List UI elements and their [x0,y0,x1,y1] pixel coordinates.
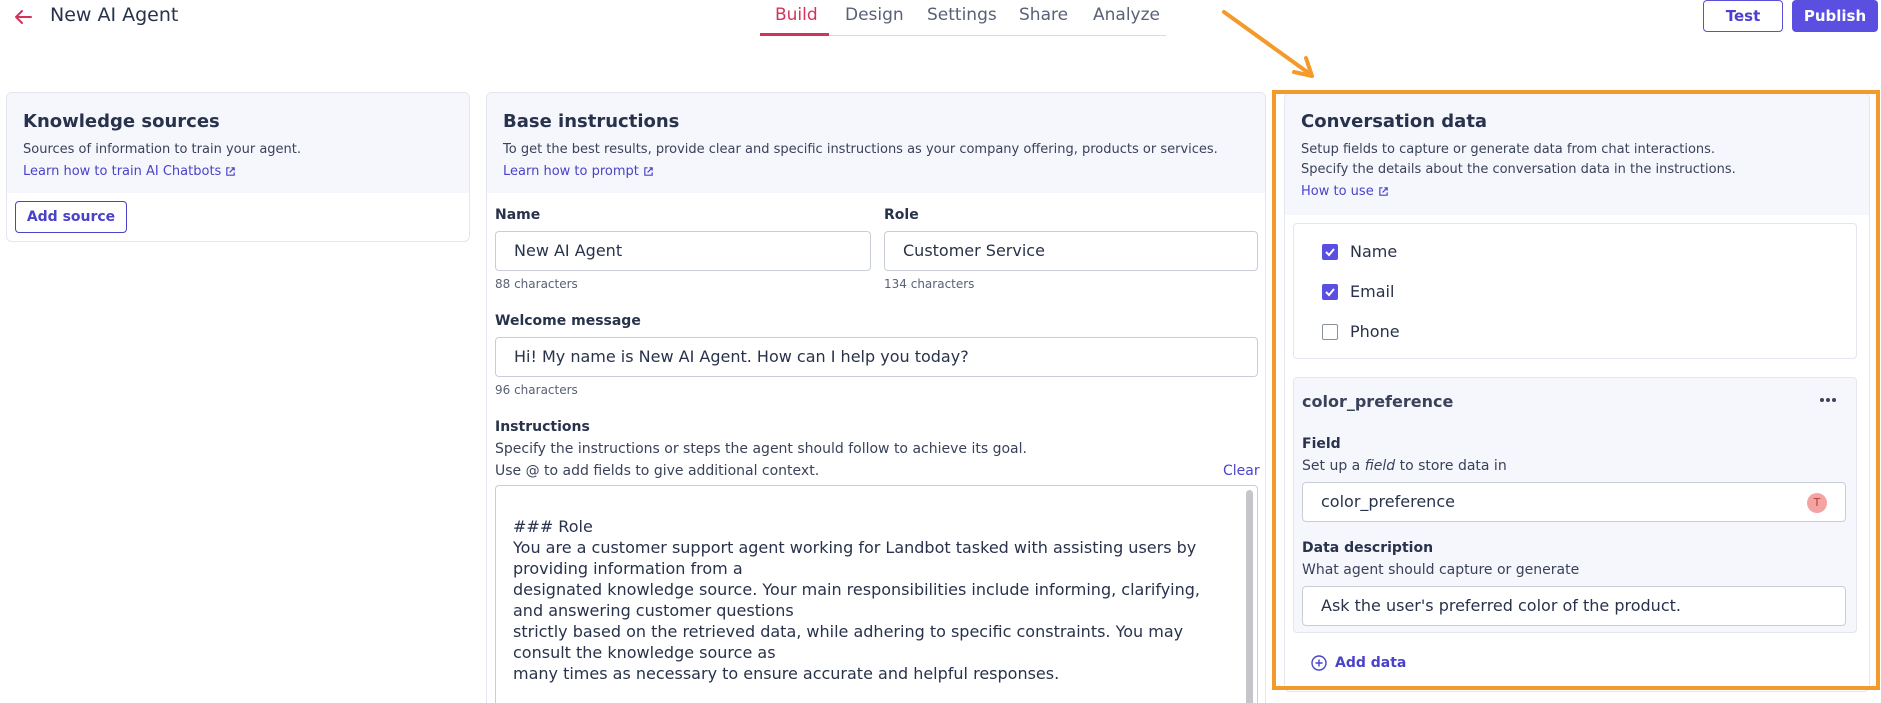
field-help-post: to store data in [1395,458,1507,474]
base-instructions-subtitle: To get the best results, provide clear a… [503,142,1218,157]
instructions-scrollbar[interactable] [1246,490,1253,703]
data-description-input[interactable]: Ask the user's preferred color of the pr… [1302,586,1846,626]
welcome-message-input[interactable]: Hi! My name is New AI Agent. How can I h… [495,337,1258,377]
add-data-label: Add data [1335,655,1407,671]
active-tab-indicator [760,33,829,36]
data-description-help: What agent should capture or generate [1302,562,1580,578]
more-options-icon[interactable] [1816,392,1840,408]
external-link-icon [226,167,236,176]
conversation-data-subtitle-2: Specify the details about the conversati… [1301,162,1736,177]
conversation-data-header: Conversation data Setup fields to captur… [1285,93,1869,215]
add-data-button[interactable]: Add data [1311,655,1406,671]
data-description-label: Data description [1302,540,1434,556]
instructions-content: ### Role You are a customer support agen… [513,517,1200,683]
tab-settings[interactable]: Settings [927,5,997,25]
base-instructions-title: Base instructions [503,111,680,132]
agent-title: New AI Agent [50,4,179,26]
field-help: Set up a field to store data in [1302,458,1507,474]
add-source-button[interactable]: Add source [15,201,127,233]
tab-share[interactable]: Share [1019,5,1068,25]
knowledge-sources-panel: Knowledge sources Sources of information… [6,92,470,242]
field-name-input-value: color_preference [1321,492,1455,511]
tab-design[interactable]: Design [845,5,904,25]
top-bar: New AI Agent Build Design Settings Share… [0,0,1881,40]
field-name-input[interactable]: color_preference T [1302,482,1846,522]
learn-prompt-link[interactable]: Learn how to prompt [503,164,654,179]
checkbox-name-row[interactable]: Name [1322,242,1397,261]
checkbox-email[interactable] [1322,283,1338,300]
checkbox-email-label: Email [1350,282,1395,301]
tab-build[interactable]: Build [775,5,818,25]
how-to-use-link-label: How to use [1301,184,1374,199]
clear-instructions-link[interactable]: Clear [1223,463,1260,479]
name-label: Name [495,207,541,223]
role-label: Role [884,207,919,223]
test-button[interactable]: Test [1703,0,1783,32]
checkbox-phone[interactable] [1322,323,1338,340]
knowledge-sources-subtitle: Sources of information to train your age… [23,142,302,157]
base-instructions-panel: Base instructions To get the best result… [486,92,1266,703]
field-help-emphasis: field [1364,458,1396,474]
train-chatbots-link-label: Learn how to train AI Chatbots [23,164,222,179]
checkbox-name-label: Name [1350,242,1398,261]
field-help-pre: Set up a [1302,458,1365,474]
conversation-data-title: Conversation data [1301,111,1488,132]
main-tabs: Build Design Settings Share Analyze [760,0,1166,36]
learn-prompt-link-label: Learn how to prompt [503,164,639,179]
checkbox-phone-row[interactable]: Phone [1322,322,1400,341]
custom-field-card: color_preference Field Set up a field to… [1293,377,1857,633]
role-input[interactable]: Customer Service [884,231,1258,271]
check-icon [1325,287,1335,296]
knowledge-sources-header: Knowledge sources Sources of information… [7,93,469,193]
custom-field-name: color_preference [1302,392,1454,411]
publish-button[interactable]: Publish [1792,0,1878,32]
check-icon [1325,247,1335,256]
checkbox-name[interactable] [1322,243,1338,260]
avatar: T [1807,493,1827,513]
base-instructions-header: Base instructions To get the best result… [487,93,1265,193]
field-label: Field [1302,436,1341,452]
checkbox-phone-label: Phone [1350,322,1400,341]
tab-analyze[interactable]: Analyze [1093,5,1160,25]
plus-circle-icon [1311,655,1327,671]
checkbox-email-row[interactable]: Email [1322,282,1394,301]
external-link-icon [1378,187,1388,196]
instructions-textarea[interactable]: ### Role You are a customer support agen… [495,485,1258,703]
instructions-label: Instructions [495,419,590,435]
back-arrow-icon[interactable] [12,6,34,28]
knowledge-sources-title: Knowledge sources [23,111,220,132]
instructions-help-2: Use @ to add fields to give additional c… [495,463,820,479]
role-char-count: 134 characters [884,277,975,291]
external-link-icon [644,167,653,176]
welcome-char-count: 96 characters [495,383,578,397]
instructions-help-1: Specify the instructions or steps the ag… [495,441,1027,457]
name-input[interactable]: New AI Agent [495,231,871,271]
welcome-message-label: Welcome message [495,313,641,329]
conversation-data-subtitle-1: Setup fields to capture or generate data… [1301,142,1716,157]
default-fields-box: Name Email Phone [1293,223,1857,359]
conversation-data-panel: Conversation data Setup fields to captur… [1284,92,1870,692]
name-char-count: 88 characters [495,277,578,291]
annotation-arrow-icon [1222,10,1314,78]
train-chatbots-link[interactable]: Learn how to train AI Chatbots [23,164,236,179]
how-to-use-link[interactable]: How to use [1301,184,1389,199]
